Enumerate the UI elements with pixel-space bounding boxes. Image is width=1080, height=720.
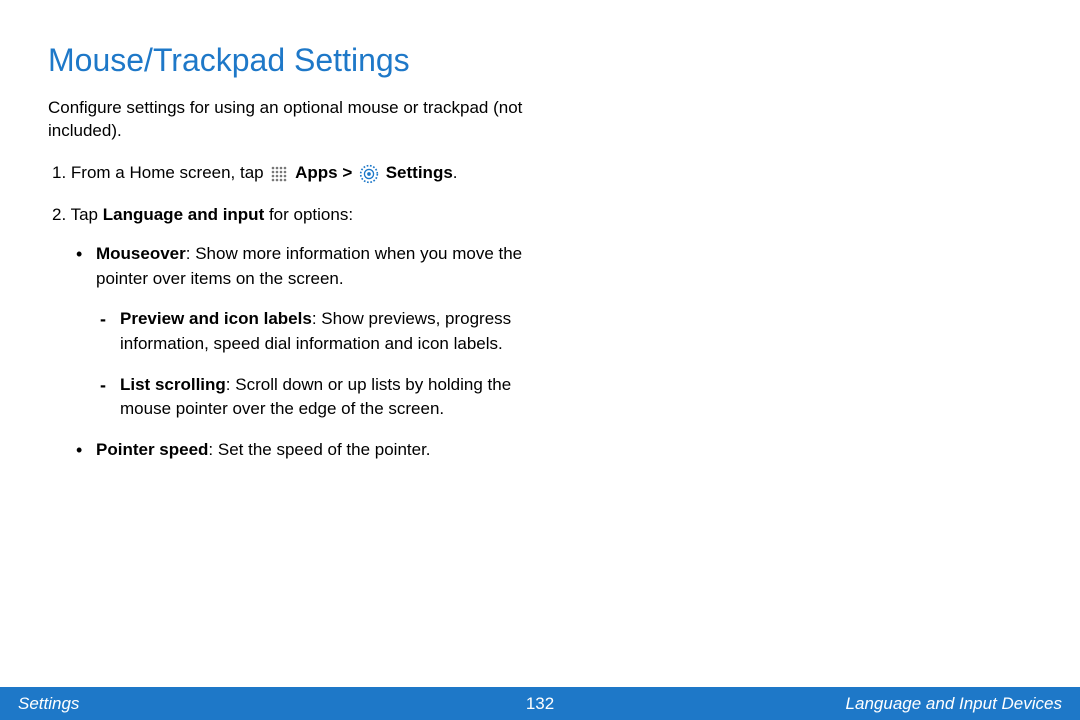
footer-bar: Settings 132 Language and Input Devices	[0, 687, 1080, 720]
options-list: Mouseover: Show more information when yo…	[48, 242, 552, 462]
preview-label: Preview and icon labels	[120, 309, 312, 328]
settings-icon	[357, 160, 381, 187]
step1-period: .	[453, 163, 458, 182]
footer-left: Settings	[18, 694, 79, 714]
settings-label: Settings	[386, 163, 453, 182]
apps-icon	[268, 160, 290, 187]
page-title: Mouse/Trackpad Settings	[48, 42, 552, 79]
suboption-preview: Preview and icon labels: Show previews, …	[120, 307, 552, 356]
step1-prefix: 1. From a Home screen, tap	[52, 163, 268, 182]
pointer-text: : Set the speed of the pointer.	[208, 440, 430, 459]
step2-bold: Language and input	[103, 205, 265, 224]
apps-label: Apps >	[295, 163, 357, 182]
mouseover-sublist: Preview and icon labels: Show previews, …	[96, 307, 552, 422]
page-number: 132	[526, 694, 554, 714]
step-1: 1. From a Home screen, tap	[48, 159, 552, 187]
option-pointer-speed: Pointer speed: Set the speed of the poin…	[96, 438, 552, 463]
option-mouseover: Mouseover: Show more information when yo…	[96, 242, 552, 422]
step-2: 2. Tap Language and input for options:	[48, 201, 552, 228]
intro-text: Configure settings for using an optional…	[48, 97, 552, 143]
listscroll-label: List scrolling	[120, 375, 226, 394]
step2-suffix: for options:	[264, 205, 353, 224]
footer-right: Language and Input Devices	[846, 694, 1062, 714]
suboption-listscroll: List scrolling: Scroll down or up lists …	[120, 373, 552, 422]
pointer-label: Pointer speed	[96, 440, 208, 459]
mouseover-label: Mouseover	[96, 244, 186, 263]
content-area: Mouse/Trackpad Settings Configure settin…	[0, 0, 600, 463]
step2-prefix: 2. Tap	[52, 205, 103, 224]
